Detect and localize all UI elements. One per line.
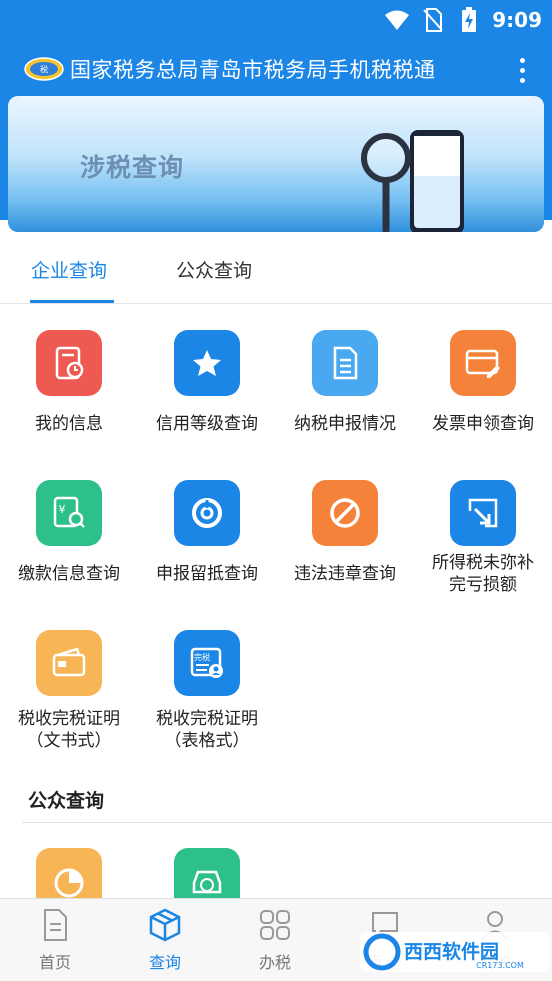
- grid-item-tax-certificate-table[interactable]: 完税 税收完税证明 （表格式）: [138, 630, 276, 752]
- app-bar: 税 国家税务总局青岛市税务局手机税税通: [0, 40, 552, 100]
- grid-item-label: 税收完税证明: [18, 709, 120, 729]
- grid-item-tax-filing-status[interactable]: 纳税申报情况: [276, 330, 414, 435]
- grid-item-label: 所得税未弥补: [432, 553, 534, 573]
- arrow-down-right-icon: [450, 480, 516, 546]
- svg-text:税: 税: [40, 64, 48, 74]
- tab-public-query[interactable]: 公众查询: [176, 256, 252, 283]
- grid-item-credit-rating[interactable]: 信用等级查询: [138, 330, 276, 435]
- grid-item-label: 税收完税证明: [156, 709, 258, 729]
- star-icon: [174, 330, 240, 396]
- grid-item-label-line2: 完亏损额: [449, 575, 517, 595]
- grid-item-violations[interactable]: 违法违章查询: [276, 480, 414, 585]
- section-divider: [22, 822, 552, 823]
- document-icon: [44, 909, 67, 941]
- grid-item-tax-certificate-document[interactable]: 税收完税证明 （文书式）: [0, 630, 138, 752]
- status-time: 9:09: [492, 8, 542, 32]
- battery-charging-icon: [456, 7, 482, 33]
- prohibited-icon: [312, 480, 378, 546]
- grid-icon: [260, 910, 290, 940]
- grid-item-credit-retention[interactable]: 申报留抵查询: [138, 480, 276, 585]
- grid-item-label: 信用等级查询: [156, 414, 258, 434]
- yuan-search-icon: ¥: [36, 480, 102, 546]
- grid-item-label: 我的信息: [35, 414, 103, 434]
- grid-item-my-info[interactable]: 我的信息: [0, 330, 138, 435]
- grid-item-unrecovered-loss[interactable]: 所得税未弥补 完亏损额: [414, 480, 552, 596]
- watermark-logo: 西西软件园 CR173.COM: [360, 932, 550, 972]
- tab-enterprise-query[interactable]: 企业查询: [31, 256, 107, 283]
- card-edit-icon: [450, 330, 516, 396]
- certificate-user-icon: 完税: [174, 630, 240, 696]
- nav-item-query[interactable]: 查询: [110, 907, 220, 973]
- document-list-icon: [312, 330, 378, 396]
- grid-item-label: 缴款信息查询: [18, 564, 120, 584]
- query-tabs: 企业查询 公众查询: [0, 234, 552, 304]
- nav-label: 查询: [148, 953, 181, 972]
- wallet-card-icon: [36, 630, 102, 696]
- app-title: 国家税务总局青岛市税务局手机税税通: [70, 58, 436, 82]
- grid-item-label-line2: （文书式）: [26, 731, 112, 751]
- phone-magnifier-illustration: [361, 130, 464, 232]
- no-sim-icon: [420, 7, 446, 33]
- watermark-text: 西西软件园: [404, 940, 499, 963]
- nav-label: 办税: [258, 953, 291, 972]
- app-logo-icon: 税: [24, 57, 64, 81]
- grid-item-label-line2: （表格式）: [164, 731, 250, 751]
- box-icon: [149, 908, 181, 942]
- banner-title: 涉税查询: [80, 153, 185, 182]
- grid-item-payment-info[interactable]: ¥ 缴款信息查询: [0, 480, 138, 585]
- grid-item-label: 纳税申报情况: [294, 414, 396, 434]
- nav-label: 首页: [38, 953, 71, 972]
- active-tab-indicator: [30, 300, 114, 303]
- svg-text:完税: 完税: [194, 652, 210, 662]
- nav-item-home[interactable]: 首页: [0, 907, 110, 973]
- banner[interactable]: 涉税查询: [8, 96, 544, 232]
- grid-item-label: 发票申领查询: [432, 414, 534, 434]
- grid-item-label: 违法违章查询: [294, 564, 396, 584]
- nav-item-tax-handling[interactable]: 办税: [220, 907, 330, 973]
- status-icons: 9:09: [384, 6, 542, 34]
- watermark-subtext: CR173.COM: [476, 961, 524, 970]
- more-vert-icon[interactable]: [510, 52, 534, 88]
- grid-item-label: 申报留抵查询: [156, 564, 258, 584]
- wifi-icon: [384, 7, 410, 33]
- document-clock-icon: [36, 330, 102, 396]
- circle-chart-icon: [174, 480, 240, 546]
- status-bar: 9:09: [0, 0, 552, 40]
- grid-item-invoice-query[interactable]: 发票申领查询: [414, 330, 552, 435]
- public-section-title: 公众查询: [28, 790, 105, 812]
- svg-text:¥: ¥: [59, 503, 66, 516]
